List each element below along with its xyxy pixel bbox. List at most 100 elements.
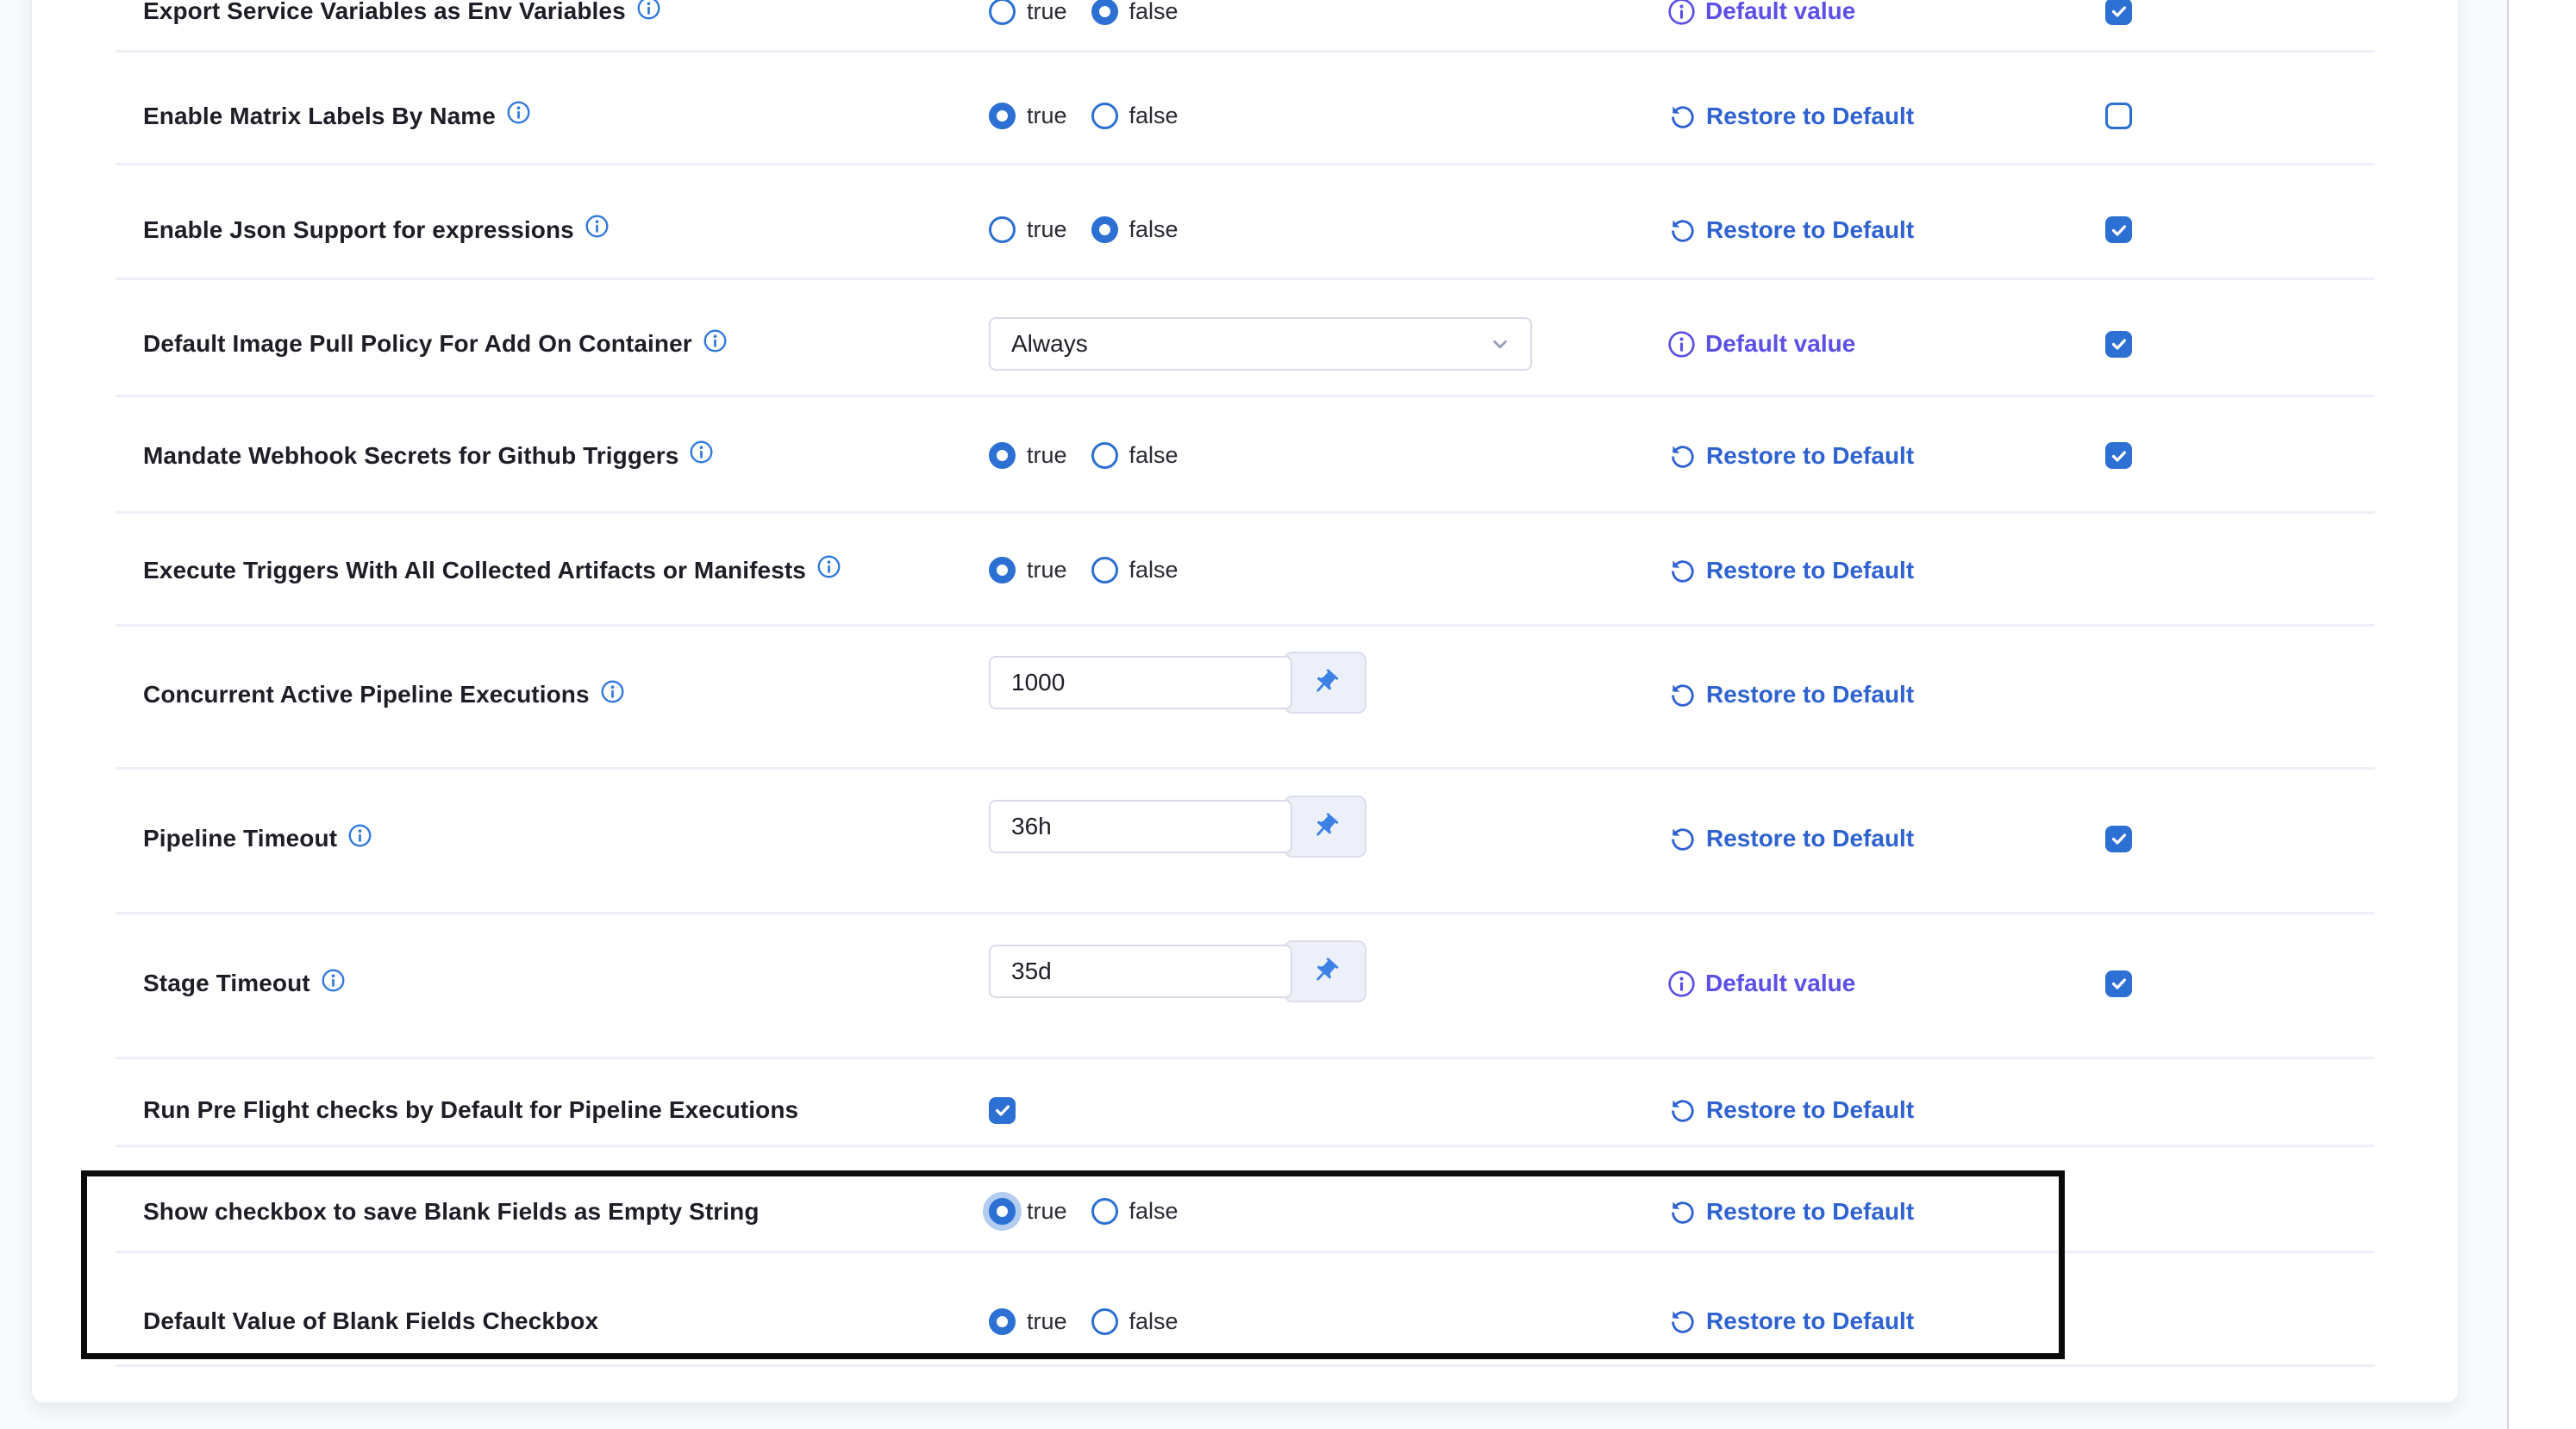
radio-group: true false [989,1308,1203,1335]
restore-to-default-link[interactable]: Restore to Default [1667,1307,1914,1336]
radio-false[interactable] [1091,442,1118,469]
radio-true-label[interactable]: true [1027,442,1067,469]
radio-false[interactable] [1091,0,1118,25]
radio-true-label[interactable]: true [1027,557,1067,583]
action-label: Restore to Default [1706,103,1914,130]
setting-label: Export Service Variables as Env Variable… [143,0,626,25]
radio-true[interactable] [989,103,1016,129]
setting-row: Run Pre Flight checks by Default for Pip… [32,1059,2458,1147]
radio-false-label[interactable]: false [1129,0,1179,25]
default-value-link[interactable]: Default value [1667,970,1855,998]
default-value-link[interactable]: Default value [1667,330,1855,359]
row-checkbox[interactable] [2105,103,2132,129]
setting-row: Default Image Pull Policy For Add On Con… [32,280,2458,397]
action-label: Default value [1705,970,1855,997]
row-checkbox[interactable] [2105,331,2132,358]
info-icon[interactable] [321,968,346,993]
setting-label: Show checkbox to save Blank Fields as Em… [143,1198,760,1226]
restore-icon [1667,824,1697,853]
setting-label: Default Image Pull Policy For Add On Con… [143,330,692,358]
row-checkbox[interactable] [2105,216,2132,243]
action-label: Restore to Default [1706,1198,1914,1226]
setting-control: true false [989,1264,1644,1378]
restore-to-default-link[interactable]: Restore to Default [1667,102,1914,131]
row-checkbox[interactable] [2105,442,2132,469]
pin-button[interactable] [1284,652,1366,714]
restore-icon [1667,556,1697,585]
restore-to-default-link[interactable]: Restore to Default [1667,824,1914,853]
action-label: Default value [1705,0,1855,25]
radio-false[interactable] [1091,103,1118,129]
action-label: Restore to Default [1706,1307,1914,1335]
row-checkbox[interactable] [2105,0,2132,25]
radio-true-label[interactable]: true [1027,216,1067,243]
radio-false[interactable] [1091,216,1118,243]
radio-true[interactable] [989,216,1016,243]
info-icon[interactable] [703,328,728,353]
info-icon[interactable] [816,554,841,579]
pin-button[interactable] [1284,940,1366,1002]
radio-false[interactable] [1091,1198,1118,1225]
restore-to-default-link[interactable]: Restore to Default [1667,1095,1914,1125]
radio-false-label[interactable]: false [1129,1198,1179,1225]
radio-true[interactable] [989,0,1016,25]
radio-false-label[interactable]: false [1129,557,1179,583]
restore-to-default-link[interactable]: Restore to Default [1667,441,1914,471]
pin-button[interactable] [1284,796,1366,858]
action-label: Restore to Default [1706,1096,1914,1124]
restore-icon [1667,1095,1697,1125]
setting-label: Execute Triggers With All Collected Arti… [143,557,806,584]
restore-icon [1667,1307,1697,1336]
setting-label: Stage Timeout [143,970,310,997]
radio-false[interactable] [1091,557,1118,583]
radio-true[interactable] [989,1198,1016,1225]
restore-to-default-link[interactable]: Restore to Default [1667,1197,1914,1226]
row-checkbox[interactable] [2105,826,2132,852]
radio-true[interactable] [989,557,1016,583]
restore-to-default-link[interactable]: Restore to Default [1667,680,1914,709]
pin-icon [1310,957,1340,986]
restore-icon [1667,1197,1697,1226]
info-icon[interactable] [585,214,610,239]
right-checkbox-cell [2105,911,2157,1056]
value-input[interactable] [989,800,1292,853]
info-icon[interactable] [506,100,531,125]
pipeline-settings-screen: { "strings": { "true_label": "true", "fa… [0,0,2576,1429]
settings-card: Export Service Variables as Env Variable… [31,0,2459,1403]
action-label: Restore to Default [1706,216,1914,244]
radio-true-label[interactable]: true [1027,103,1067,129]
restore-icon [1667,441,1697,471]
radio-true-label[interactable]: true [1027,1308,1067,1335]
value-input[interactable] [989,656,1292,709]
radio-false-label[interactable]: false [1129,1308,1179,1335]
radio-false-label[interactable]: false [1129,103,1179,129]
radio-false-label[interactable]: false [1129,442,1179,469]
info-icon[interactable] [689,440,714,465]
radio-true-label[interactable]: true [1027,1198,1067,1225]
radio-false[interactable] [1091,1308,1118,1335]
radio-true[interactable] [989,1308,1016,1335]
setting-control: true false [989,514,1644,627]
control-checkbox[interactable] [989,1097,1016,1124]
restore-to-default-link[interactable]: Restore to Default [1667,556,1914,585]
info-icon[interactable] [600,679,625,704]
radio-true-label[interactable]: true [1027,0,1067,25]
radio-true[interactable] [989,442,1016,469]
info-icon[interactable] [347,823,372,848]
restore-to-default-link[interactable]: Restore to Default [1667,215,1914,245]
default-value-link[interactable]: Default value [1667,0,1855,26]
restore-icon [1667,680,1697,709]
restore-icon [1667,102,1697,131]
value-input[interactable] [989,945,1292,998]
setting-row: Default Value of Blank Fields Checkbox t… [32,1253,2458,1367]
pull-policy-select[interactable]: Always [989,317,1532,371]
setting-control: true false [989,172,1644,287]
chevron-down-icon [1487,331,1513,357]
setting-control [989,754,1644,899]
info-icon[interactable] [636,0,661,21]
setting-label: Run Pre Flight checks by Default for Pip… [143,1096,798,1124]
row-checkbox[interactable] [2105,970,2132,997]
radio-group: true false [989,103,1203,129]
radio-false-label[interactable]: false [1129,216,1179,243]
setting-row: Export Service Variables as Env Variable… [32,0,2458,53]
